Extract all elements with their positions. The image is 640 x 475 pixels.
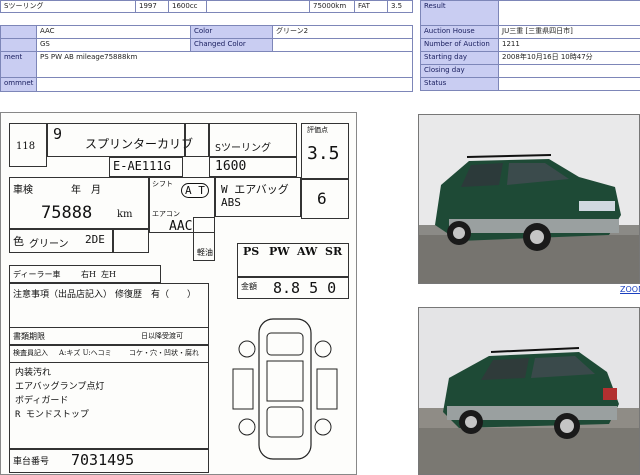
equipment-value: PS PW AB mileage75888km xyxy=(36,51,413,78)
pw-label: PW xyxy=(269,245,290,258)
comment-value xyxy=(36,77,413,92)
dealer-label: ディーラー車 xyxy=(13,270,61,279)
lhd-label: 右H xyxy=(81,270,96,279)
lot-number: 118 xyxy=(16,141,36,152)
repair-has: 有（ ） xyxy=(151,290,197,300)
rhd-label: 左H xyxy=(101,270,116,279)
closing-day-value xyxy=(498,64,640,78)
starting-day-label: Starting day xyxy=(420,51,499,65)
note-3: ボディガード xyxy=(15,396,69,406)
aw-label: AW xyxy=(297,245,318,258)
year-month-label: 年 月 xyxy=(71,185,101,196)
gs-value: GS xyxy=(36,38,191,52)
notes-title: 注意事項（出品店記入） xyxy=(13,290,113,300)
note-2: エアバッグランプ点灯 xyxy=(15,382,105,392)
color-spare-box xyxy=(113,229,149,253)
auction-house-value: JU三重 [三重県四日市] xyxy=(498,25,640,39)
auction-number-value: 1211 xyxy=(498,38,640,52)
result-value xyxy=(498,0,640,26)
inspector-legend: A:キズ U:ヘコミ xyxy=(59,349,112,357)
transmission-cell: FAT xyxy=(354,0,388,13)
color-code: 2DE xyxy=(85,233,105,246)
changed-color-label: Changed Color xyxy=(190,38,273,52)
aac-hand: AAC xyxy=(169,219,193,234)
seats-hand: 6 xyxy=(317,189,327,208)
car-diagram-icon xyxy=(232,318,338,460)
model-code: E-AE111G xyxy=(113,159,171,173)
note-4: R モンドストップ xyxy=(15,410,89,420)
car-name-hand: スプリンターカリブ xyxy=(85,137,194,151)
closing-day-label: Closing day xyxy=(420,64,499,78)
status-value xyxy=(498,77,640,91)
chassis-label: 車台番号 xyxy=(13,457,50,467)
year-cell: 1997 xyxy=(135,0,169,13)
grade-cell: Sツーリング xyxy=(0,0,136,13)
auction-info-table: Result Auction House JU三重 [三重県四日市] Numbe… xyxy=(420,0,640,91)
repair-label: 修復歴 xyxy=(115,290,143,300)
equipment-hand: W エアバッグ ABS xyxy=(221,183,289,209)
aac-value: AAC xyxy=(36,25,191,39)
chassis-hand: 7031495 xyxy=(71,451,135,469)
shaken-label: 車検 xyxy=(13,185,33,196)
color-char: 色 xyxy=(13,235,24,248)
result-label: Result xyxy=(420,0,499,26)
at-mark: A T xyxy=(181,183,209,198)
color-label: Color xyxy=(190,25,273,39)
aac-label xyxy=(0,25,37,39)
score-hand: 3.5 xyxy=(307,143,340,164)
ps-label: PS xyxy=(243,245,260,258)
score-header: 評価点 xyxy=(307,126,328,134)
gs-label xyxy=(0,38,37,52)
vehicle-photo-front[interactable] xyxy=(418,114,640,284)
comment-label: ommnet xyxy=(0,77,37,92)
price-hand: 8.8 5 0 xyxy=(273,279,337,297)
vehicle-photo-rear[interactable] xyxy=(418,307,640,475)
comments-label: コケ・穴・凹状・腐れ xyxy=(129,349,199,357)
blank-cell xyxy=(206,0,310,13)
equipment-label: ment xyxy=(0,51,37,78)
starting-day-value: 2008年10月16日 10時47分 xyxy=(498,51,640,65)
docs-label: 書類期限 xyxy=(13,332,45,341)
cc-hand: 1600 xyxy=(215,159,247,174)
auction-house-label: Auction House xyxy=(420,25,499,39)
color-hand: グリーン xyxy=(29,239,69,250)
cc-cell: 1600cc xyxy=(168,0,207,13)
km-label: km xyxy=(117,209,133,220)
vehicle-summary-row: Sツーリング 1997 1600cc 75000km FAT 3.5 xyxy=(0,0,413,13)
kin-label: 金額 xyxy=(241,282,257,291)
mileage-cell: 75000km xyxy=(309,0,355,13)
note-1: 内装汚れ xyxy=(15,368,52,378)
grade-hand: Sツーリング xyxy=(215,143,272,154)
auction-number-label: Number of Auction xyxy=(420,38,499,52)
grade-mark-box xyxy=(185,123,209,157)
inspector-label: 検査員記入 xyxy=(13,349,48,357)
score-cell: 3.5 xyxy=(387,0,413,13)
zoom-link[interactable]: ZOOM xyxy=(620,285,640,294)
vehicle-details-table: AAC Color グリーン2 GS Changed Color ment PS… xyxy=(0,25,413,92)
nine-hand: 9 xyxy=(53,125,63,143)
aircon-label: エアコン xyxy=(152,210,180,218)
shift-label: シフト xyxy=(152,180,173,188)
mileage-hand: 75888 xyxy=(41,203,93,223)
auction-sheet-image[interactable]: 118 9 スプリンターカリブ Sツーリング 評価点 3.5 E-AE111G … xyxy=(0,112,357,475)
sr-label: SR xyxy=(325,245,343,258)
fuel-label: 軽油 xyxy=(197,248,213,257)
changed-color-value xyxy=(272,38,413,52)
docs-date: 日以降受渡可 xyxy=(141,332,183,340)
color-value: グリーン2 xyxy=(272,25,413,39)
status-label: Status xyxy=(420,77,499,91)
